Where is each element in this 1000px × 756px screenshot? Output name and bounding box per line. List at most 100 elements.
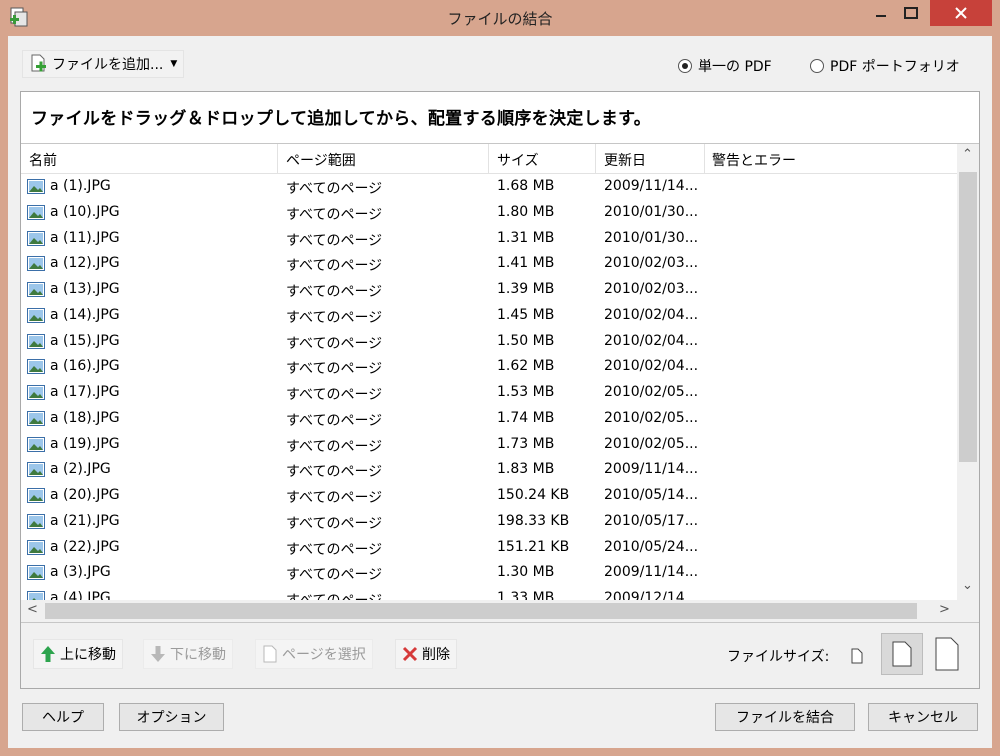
image-file-icon bbox=[27, 462, 45, 478]
vertical-scroll-thumb[interactable] bbox=[959, 172, 977, 462]
file-page-range: すべてのページ bbox=[286, 284, 383, 300]
add-files-button[interactable]: ファイルを追加... ▼ bbox=[22, 50, 185, 78]
image-file-icon bbox=[27, 591, 45, 600]
file-name: a (12).JPG bbox=[50, 255, 120, 272]
scroll-up-icon[interactable]: ⌃ bbox=[962, 147, 973, 162]
file-modified: 2010/02/05... bbox=[604, 384, 699, 400]
file-modified: 2010/02/04... bbox=[604, 358, 699, 375]
file-page-range: すべてのページ bbox=[286, 464, 383, 481]
file-row[interactable]: a (20).JPG すべてのページ 150.24 KB 2010/05/14... bbox=[21, 483, 957, 509]
file-row[interactable]: a (18).JPG すべてのページ 1.74 MB 2010/02/05... bbox=[21, 406, 957, 432]
file-size-large-button[interactable] bbox=[929, 631, 965, 677]
file-page-range: すべてのページ bbox=[286, 258, 383, 275]
file-row[interactable]: a (16).JPG すべてのページ 1.62 MB 2010/02/04... bbox=[21, 354, 957, 380]
file-row[interactable]: a (12).JPG すべてのページ 1.41 MB 2010/02/03... bbox=[21, 251, 957, 277]
file-size: 1.74 MB bbox=[497, 409, 555, 426]
minimize-icon bbox=[876, 15, 886, 17]
column-size[interactable]: サイズ bbox=[497, 150, 539, 170]
file-size-label: ファイルサイズ: bbox=[727, 649, 830, 665]
chevron-down-icon: ▼ bbox=[170, 59, 178, 69]
file-row[interactable]: a (14).JPG すべてのページ 1.45 MB 2010/02/04... bbox=[21, 303, 957, 329]
file-row[interactable]: a (13).JPG すべてのページ 1.39 MB 2010/02/03... bbox=[21, 277, 957, 303]
file-name: a (1).JPG bbox=[50, 178, 111, 194]
file-modified: 2010/01/30... bbox=[604, 229, 699, 246]
file-row[interactable]: a (19).JPG すべてのページ 1.73 MB 2010/02/05... bbox=[21, 432, 957, 458]
column-divider[interactable] bbox=[277, 144, 278, 174]
options-button[interactable]: オプション bbox=[119, 703, 224, 731]
file-page-range: すべてのページ bbox=[286, 515, 383, 532]
delete-x-icon bbox=[402, 646, 418, 662]
move-down-button[interactable]: 下に移動 bbox=[143, 639, 233, 669]
medium-page-icon bbox=[892, 641, 912, 667]
move-down-label: 下に移動 bbox=[170, 647, 226, 663]
file-name: a (20).JPG bbox=[50, 487, 120, 503]
column-page-range[interactable]: ページ範囲 bbox=[286, 150, 356, 170]
arrow-up-icon bbox=[41, 646, 55, 662]
file-row[interactable]: a (17).JPG すべてのページ 1.53 MB 2010/02/05... bbox=[21, 380, 957, 406]
help-button[interactable]: ヘルプ bbox=[22, 703, 104, 731]
column-divider[interactable] bbox=[595, 144, 596, 174]
scroll-left-icon[interactable]: < bbox=[27, 602, 38, 617]
file-size: 1.50 MB bbox=[497, 332, 555, 349]
close-button[interactable] bbox=[930, 0, 992, 26]
cancel-button[interactable]: キャンセル bbox=[868, 703, 978, 731]
file-size: 1.73 MB bbox=[497, 435, 555, 452]
horizontal-scroll-thumb[interactable] bbox=[45, 603, 917, 619]
column-modified[interactable]: 更新日 bbox=[604, 150, 646, 170]
column-name[interactable]: 名前 bbox=[29, 150, 57, 170]
file-modified: 2009/11/14... bbox=[604, 178, 699, 194]
file-row[interactable]: a (11).JPG すべてのページ 1.31 MB 2010/01/30... bbox=[21, 226, 957, 252]
file-name: a (10).JPG bbox=[50, 203, 120, 220]
file-page-range: すべてのページ bbox=[286, 361, 383, 378]
move-up-button[interactable]: 上に移動 bbox=[33, 639, 123, 669]
file-modified: 2009/11/14... bbox=[604, 461, 699, 478]
file-size: 1.31 MB bbox=[497, 229, 555, 246]
file-modified: 2009/11/14... bbox=[604, 564, 699, 581]
file-size: 1.45 MB bbox=[497, 306, 555, 323]
file-modified: 2010/05/24... bbox=[604, 538, 699, 555]
file-size-small-button[interactable] bbox=[847, 645, 867, 667]
column-divider[interactable] bbox=[488, 144, 489, 174]
file-row[interactable]: a (2).JPG すべてのページ 1.83 MB 2009/11/14... bbox=[21, 457, 957, 483]
radio-pdf-portfolio[interactable]: PDF ポートフォリオ bbox=[810, 56, 960, 76]
image-file-icon bbox=[27, 179, 45, 194]
file-row[interactable]: a (21).JPG すべてのページ 198.33 KB 2010/05/17... bbox=[21, 509, 957, 535]
combine-files-button[interactable]: ファイルを結合 bbox=[715, 703, 855, 731]
file-row[interactable]: a (10).JPG すべてのページ 1.80 MB 2010/01/30... bbox=[21, 200, 957, 226]
maximize-button[interactable] bbox=[896, 0, 926, 26]
scroll-right-icon[interactable]: > bbox=[939, 602, 950, 617]
file-size: 1.68 MB bbox=[497, 178, 555, 194]
select-pages-button[interactable]: ページを選択 bbox=[255, 639, 373, 669]
file-row[interactable]: a (22).JPG すべてのページ 151.21 KB 2010/05/24... bbox=[21, 535, 957, 561]
title-bar: ファイルの結合 bbox=[0, 0, 1000, 36]
file-size: 1.83 MB bbox=[497, 461, 555, 478]
file-row[interactable]: a (15).JPG すべてのページ 1.50 MB 2010/02/04... bbox=[21, 329, 957, 355]
radio-single-pdf-circle[interactable] bbox=[678, 59, 692, 73]
arrow-down-icon bbox=[151, 646, 165, 662]
select-pages-label: ページを選択 bbox=[282, 647, 366, 663]
vertical-scrollbar[interactable]: ⌃ ⌄ bbox=[957, 144, 979, 600]
file-page-range: すべてのページ bbox=[286, 590, 382, 600]
radio-single-pdf[interactable]: 単一の PDF bbox=[678, 56, 772, 76]
image-file-icon bbox=[27, 565, 45, 581]
file-row[interactable]: a (1).JPG すべてのページ 1.68 MB 2009/11/14... bbox=[21, 174, 957, 200]
image-file-icon bbox=[27, 256, 45, 272]
radio-pdf-portfolio-circle[interactable] bbox=[810, 59, 824, 73]
column-warnings[interactable]: 警告とエラー bbox=[712, 150, 796, 170]
file-name: a (3).JPG bbox=[50, 564, 111, 581]
image-file-icon bbox=[27, 410, 45, 426]
minimize-button[interactable] bbox=[866, 0, 896, 26]
radio-pdf-portfolio-label: PDF ポートフォリオ bbox=[830, 59, 960, 75]
horizontal-scrollbar[interactable]: < > bbox=[21, 600, 979, 622]
file-page-range: すべてのページ bbox=[286, 232, 383, 249]
file-row[interactable]: a (4).JPG すべてのページ 1.33 MB 2009/12/14... bbox=[21, 586, 957, 600]
delete-button[interactable]: 削除 bbox=[395, 639, 457, 669]
file-modified: 2010/02/05... bbox=[604, 435, 699, 452]
file-size-medium-button[interactable] bbox=[881, 633, 923, 675]
file-name: a (19).JPG bbox=[50, 435, 120, 452]
file-row[interactable]: a (3).JPG すべてのページ 1.30 MB 2009/11/14... bbox=[21, 560, 957, 586]
scroll-down-icon[interactable]: ⌄ bbox=[962, 578, 973, 593]
column-divider[interactable] bbox=[704, 144, 705, 174]
file-modified: 2010/02/03... bbox=[604, 281, 699, 297]
file-modified: 2010/05/14... bbox=[604, 487, 699, 503]
